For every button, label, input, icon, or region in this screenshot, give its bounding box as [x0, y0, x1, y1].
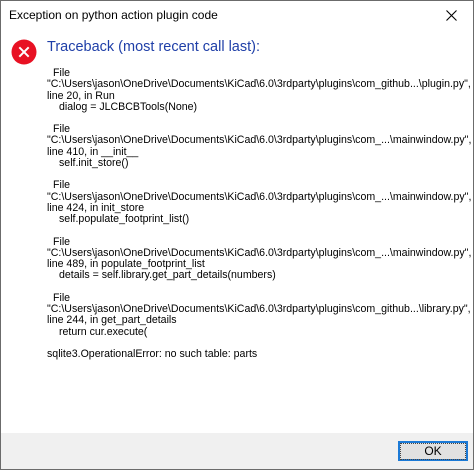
dialog-body: Traceback (most recent call last): File … — [1, 29, 473, 433]
close-icon — [445, 9, 457, 21]
frame-code: return cur.execute( — [59, 325, 148, 338]
traceback-frame: File "C:\Users\jason\OneDrive\Documents\… — [47, 123, 471, 170]
traceback-text: File "C:\Users\jason\OneDrive\Documents\… — [47, 67, 471, 360]
button-bar: OK — [1, 433, 473, 469]
frame-code: self.populate_footprint_list() — [59, 213, 190, 226]
traceback-frame: File "C:\Users\jason\OneDrive\Documents\… — [47, 179, 471, 226]
error-dialog-window: Exception on python action plugin code T… — [0, 0, 474, 470]
ok-button-label: OK — [400, 442, 466, 460]
traceback-heading: Traceback (most recent call last): — [47, 39, 260, 55]
error-icon — [11, 39, 37, 65]
title-bar[interactable]: Exception on python action plugin code — [1, 1, 473, 29]
close-button[interactable] — [429, 1, 473, 29]
traceback-frame: File "C:\Users\jason\OneDrive\Documents\… — [47, 67, 471, 113]
ok-button[interactable]: OK — [398, 441, 468, 461]
window-title: Exception on python action plugin code — [9, 8, 218, 22]
frame-path: "C:\Users\jason\OneDrive\Documents\KiCad… — [47, 78, 471, 91]
traceback-frame: File "C:\Users\jason\OneDrive\Documents\… — [47, 292, 471, 338]
traceback-frame: File "C:\Users\jason\OneDrive\Documents\… — [47, 236, 471, 282]
frame-code: details = self.library.get_part_details(… — [59, 269, 276, 282]
frame-file-label: File — [53, 179, 71, 192]
error-message: sqlite3.OperationalError: no such table:… — [47, 347, 258, 360]
frame-code: dialog = JLCBCBTools(None) — [59, 100, 198, 113]
frame-code: self.init_store() — [59, 157, 129, 170]
frame-location: line 244, in get_part_details — [47, 314, 177, 327]
